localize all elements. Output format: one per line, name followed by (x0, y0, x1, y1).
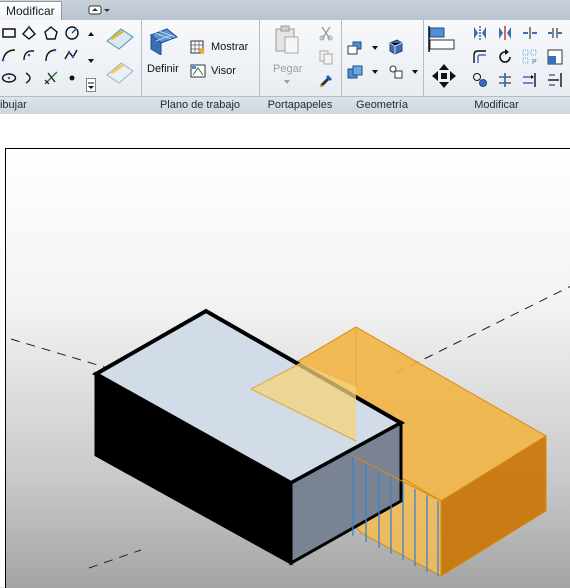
show-work-plane-icon[interactable] (190, 39, 206, 55)
split-dropdown-icon[interactable] (411, 68, 419, 76)
scroll-up-icon[interactable] (86, 28, 96, 40)
arc-start-end-icon[interactable] (1, 47, 17, 63)
array-icon[interactable]: P (522, 49, 538, 65)
inscribed-polygon-icon[interactable] (21, 25, 37, 41)
join-geometry-icon[interactable] (347, 64, 363, 80)
panel-portapapeles: Pegar Portapapeles (259, 20, 342, 114)
move-icon[interactable] (430, 62, 458, 90)
paste-icon[interactable] (273, 25, 301, 55)
panel-dibujar: Dibujar (0, 20, 142, 114)
mostrar-button-label[interactable]: Mostrar (211, 41, 248, 53)
reference-line (88, 549, 142, 569)
join-dropdown-icon[interactable] (371, 68, 379, 76)
match-properties-icon[interactable] (318, 73, 334, 89)
definir-button-label[interactable]: Definir (147, 63, 179, 75)
panel-label-plano: Plano de trabajo (141, 96, 259, 114)
cut-geometry-icon[interactable] (347, 40, 363, 56)
paint-icon[interactable] (388, 39, 404, 55)
rectangle-icon[interactable] (1, 25, 17, 41)
offset-icon[interactable] (472, 49, 488, 65)
polygon-icon[interactable] (43, 25, 59, 41)
split-element-icon[interactable] (522, 25, 538, 41)
align-icon[interactable] (428, 25, 458, 53)
circle-icon[interactable] (64, 25, 80, 41)
tab-modificar[interactable]: Modificar (0, 1, 62, 21)
ribbon-display-dropdown-icon[interactable] (88, 4, 112, 16)
extend-icon[interactable] (522, 72, 538, 88)
3d-view-canvas[interactable] (5, 148, 570, 588)
mirror-axis-icon[interactable] (472, 25, 488, 41)
panel-label-dibujar: Dibujar (0, 96, 141, 114)
reference-line (395, 285, 570, 374)
spline-icon[interactable] (64, 47, 80, 63)
work-plane-grid-icon[interactable] (149, 27, 179, 55)
paste-dropdown-icon[interactable] (282, 78, 292, 86)
arc-tangent-icon[interactable] (43, 47, 59, 63)
expand-gallery-icon[interactable] (86, 78, 96, 92)
ribbon: Dibujar Definir Mostrar Visor Plano de t… (0, 20, 570, 115)
cut-icon[interactable] (318, 25, 334, 41)
visor-button-label[interactable]: Visor (211, 65, 236, 77)
panel-modificar: P Modificar (423, 20, 570, 114)
cut-dropdown-icon[interactable] (371, 44, 379, 52)
model-line-icon[interactable] (103, 23, 135, 51)
trim-icon[interactable] (497, 72, 513, 88)
mirror-draw-axis-icon[interactable] (497, 25, 513, 41)
pegar-button-label[interactable]: Pegar (273, 63, 302, 75)
copy-element-icon[interactable] (472, 72, 488, 88)
copy-icon[interactable] (318, 49, 334, 65)
3d-model-scene[interactable] (6, 149, 570, 588)
panel-plano-de-trabajo: Definir Mostrar Visor Plano de trabajo (141, 20, 260, 114)
split-gap-icon[interactable] (547, 25, 563, 41)
scroll-down-icon[interactable] (86, 55, 96, 67)
work-plane-viewer-icon[interactable] (190, 63, 206, 79)
panel-label-portapapeles: Portapapeles (259, 96, 341, 114)
ellipse-icon[interactable] (1, 70, 17, 86)
ribbon-tab-bar: Modificar (0, 0, 570, 21)
point-icon[interactable] (64, 70, 80, 86)
pick-lines-icon[interactable] (43, 70, 59, 86)
arc-center-icon[interactable] (21, 47, 37, 63)
split-face-icon[interactable] (388, 64, 404, 80)
panel-label-geometria: Geometría (341, 96, 423, 114)
panel-geometria: Geometría (341, 20, 424, 114)
partial-ellipse-icon[interactable] (21, 70, 37, 86)
panel-label-modificar: Modificar (423, 96, 570, 114)
scale-icon[interactable] (547, 49, 563, 65)
svg-text:P: P (532, 59, 537, 65)
drawing-area[interactable] (0, 114, 570, 588)
trim-extend-single-icon[interactable] (547, 72, 563, 88)
symbolic-line-icon[interactable] (103, 57, 135, 85)
rotate-icon[interactable] (497, 49, 513, 65)
